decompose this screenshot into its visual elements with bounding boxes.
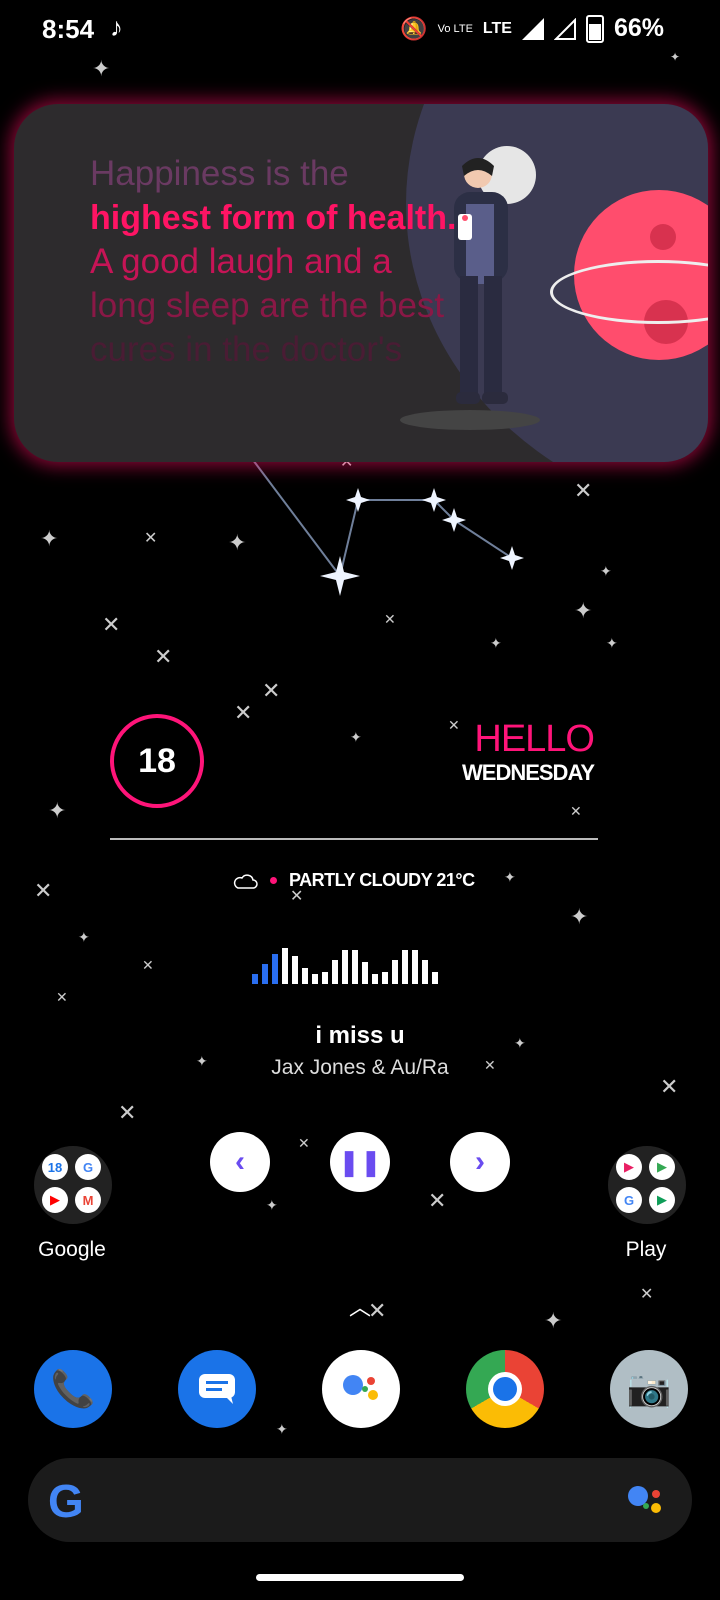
star-icon: ✦: [92, 56, 111, 81]
star-icon: ✦: [40, 526, 59, 551]
assistant-icon: [343, 1375, 378, 1400]
youtube-icon: ▶: [42, 1187, 68, 1213]
phone-app[interactable]: 📞: [34, 1350, 112, 1428]
music-note-icon: ♪: [110, 12, 123, 42]
google-folder-label: Google: [38, 1238, 106, 1261]
star-icon: ✦: [600, 563, 612, 579]
star-icon: ✦: [276, 1421, 288, 1437]
quote-line-2: highest form of health.: [90, 199, 457, 237]
date-circle[interactable]: 18: [110, 714, 204, 808]
status-time: 8:54: [42, 14, 95, 44]
weekday-label: WEDNESDAY: [462, 760, 595, 785]
status-icons: 🔕 Vo LTE LTE 66%: [400, 14, 664, 43]
star-icon: ✦: [350, 729, 362, 745]
star-icon: ✕: [56, 989, 68, 1005]
star-icon: ✕: [574, 478, 593, 503]
star-icon: ✕: [118, 1100, 137, 1125]
divider: [110, 838, 598, 840]
star-icon: ✦: [78, 929, 90, 945]
star-icon: ✕: [428, 1188, 447, 1213]
play-folder-label: Play: [625, 1238, 667, 1261]
play-books-icon: G: [616, 1187, 642, 1213]
star-icon: ✦: [48, 798, 67, 823]
battery-icon: [585, 14, 604, 43]
google-icon: G: [75, 1154, 101, 1180]
quote-line-5: cures in the doctor's: [90, 330, 403, 369]
song-title: i miss u: [315, 1022, 405, 1049]
chevron-left-icon: ‹: [235, 1145, 245, 1178]
chrome-icon: [488, 1372, 522, 1406]
star-icon: ✦: [266, 1197, 278, 1213]
chrome-app[interactable]: [466, 1350, 544, 1428]
quote-text: Happiness is the highest form of health.…: [90, 152, 490, 372]
camera-app[interactable]: 📷: [610, 1350, 688, 1428]
volte-indicator: Vo LTE: [437, 22, 473, 35]
play-store-icon: ▶: [649, 1154, 675, 1180]
weather-row[interactable]: PARTLY CLOUDY 21°C: [232, 870, 475, 891]
quote-line-3: A good laugh and a: [90, 242, 392, 281]
mute-bell-icon: 🔕: [400, 15, 428, 41]
google-folder[interactable]: 18 G ▶ M: [34, 1146, 112, 1224]
song-artist: Jax Jones & Au/Ra: [271, 1056, 449, 1079]
play-movies-icon: ▶: [616, 1154, 642, 1180]
google-logo-icon: G: [48, 1475, 84, 1527]
quote-widget[interactable]: Happiness is the highest form of health.…: [14, 104, 708, 462]
audio-visualizer: [252, 948, 438, 984]
star-icon: ✦: [570, 904, 589, 929]
star-icon: ✕: [142, 957, 154, 973]
star-icon: ✕: [262, 678, 281, 703]
star-icon: ✦: [504, 869, 516, 885]
lte-label: LTE: [482, 19, 512, 37]
camera-icon: 📷: [626, 1368, 672, 1409]
star-icon: ✕: [102, 612, 121, 637]
cloud-icon: [233, 873, 258, 889]
star-icon: ✕: [34, 878, 53, 903]
star-icon: ✕: [570, 803, 582, 819]
star-icon: ✦: [606, 635, 618, 651]
pause-button[interactable]: ❚❚: [330, 1132, 390, 1192]
weather-text: PARTLY CLOUDY 21°C: [289, 870, 475, 890]
constellation-graphic: [249, 455, 524, 596]
assistant-mic-icon[interactable]: [624, 1480, 670, 1520]
weather-dot: [270, 877, 277, 884]
quote-line-4: long sleep are the best: [90, 286, 445, 325]
phone-icon: 📞: [50, 1368, 96, 1409]
signal-full-icon: [521, 17, 544, 40]
hello-greeting: HELLO: [474, 718, 595, 760]
calendar-icon: 18: [42, 1154, 68, 1180]
signal-empty-icon: [553, 17, 576, 40]
previous-track-button[interactable]: ‹: [210, 1132, 270, 1192]
star-icon: ✕: [298, 1135, 310, 1151]
star-icon: ✕: [234, 700, 253, 725]
pause-icon: ❚❚: [338, 1146, 382, 1177]
messages-app[interactable]: [178, 1350, 256, 1428]
star-icon: ✦: [574, 598, 593, 623]
next-track-button[interactable]: ›: [450, 1132, 510, 1192]
google-search-bar[interactable]: G: [28, 1458, 692, 1542]
message-icon: [199, 1374, 235, 1404]
play-folder[interactable]: ▶ ▶ G ▶: [608, 1146, 686, 1224]
app-drawer-arrow-icon[interactable]: ︿: [0, 1290, 720, 1322]
battery-percent: 66%: [613, 14, 664, 42]
star-icon: ✦: [490, 635, 502, 651]
navigation-gesture-bar[interactable]: [256, 1574, 464, 1581]
assistant-app[interactable]: [322, 1350, 400, 1428]
star-icon: ✕: [144, 530, 158, 547]
quote-line-1: Happiness is the: [90, 154, 349, 193]
play-games-icon: ▶: [649, 1187, 675, 1213]
gmail-icon: M: [75, 1187, 101, 1213]
chevron-right-icon: ›: [475, 1145, 485, 1178]
star-icon: ✦: [670, 50, 681, 64]
star-icon: ✕: [448, 717, 460, 733]
star-icon: ✕: [154, 644, 173, 669]
